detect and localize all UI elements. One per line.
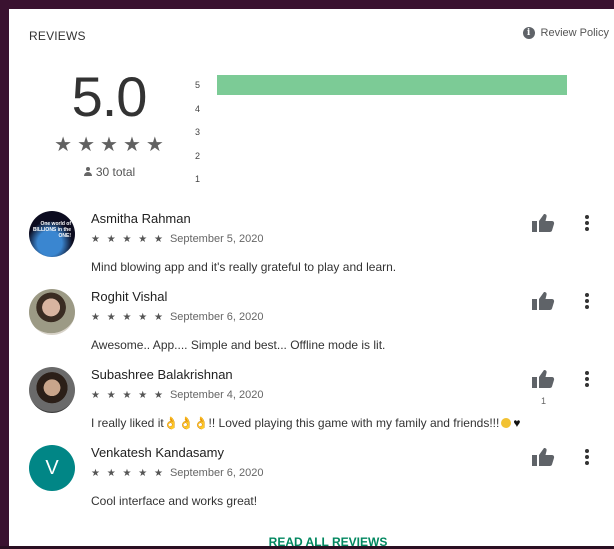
rating-summary: 5.0 ★ ★ ★ ★ ★ 30 total bbox=[49, 65, 169, 180]
reviewer-name: Roghit Vishal bbox=[91, 289, 168, 304]
review-stars: ★ ★ ★ ★ ★ bbox=[91, 389, 165, 401]
review-text: Awesome.. App.... Simple and best... Off… bbox=[91, 338, 386, 352]
avatar: One world of BILLIONS in the ONE! bbox=[29, 211, 75, 257]
review-text: Mind blowing app and it's really gratefu… bbox=[91, 260, 396, 274]
review-meta: ★ ★ ★ ★ ★ September 4, 2020 bbox=[91, 389, 264, 401]
histogram-track bbox=[217, 169, 567, 189]
reviewer-name: Subashree Balakrishnan bbox=[91, 367, 233, 382]
total-ratings: 30 total bbox=[49, 165, 169, 179]
review-date: September 5, 2020 bbox=[169, 233, 264, 245]
review-item: One world of BILLIONS in the ONE! Asmith… bbox=[29, 211, 614, 289]
star-icon: ★ bbox=[122, 134, 141, 156]
histogram-row-5: 5 bbox=[195, 75, 575, 99]
read-all-reviews-button[interactable]: READ ALL REVIEWS bbox=[9, 535, 614, 549]
thumbs-up-icon[interactable] bbox=[531, 447, 555, 467]
histogram-label: 2 bbox=[195, 150, 201, 161]
more-options-icon[interactable] bbox=[583, 291, 591, 311]
review-stars: ★ ★ ★ ★ ★ bbox=[91, 467, 165, 479]
review-text: Cool interface and works great! bbox=[91, 494, 258, 508]
histogram-track bbox=[217, 146, 567, 166]
more-options-icon[interactable] bbox=[583, 369, 591, 389]
rating-histogram: 5 4 3 2 1 bbox=[195, 75, 575, 193]
summary-stars: ★ ★ ★ ★ ★ bbox=[49, 135, 169, 155]
histogram-bar bbox=[217, 75, 567, 95]
histogram-row-3: 3 bbox=[195, 122, 575, 146]
total-ratings-label: 30 total bbox=[95, 165, 136, 179]
smile-emoji-icon bbox=[501, 418, 512, 428]
reviews-card: REVIEWS i Review Policy 5.0 ★ ★ ★ ★ ★ 30… bbox=[9, 9, 614, 549]
review-date: September 6, 2020 bbox=[169, 467, 264, 479]
star-icon: ★ bbox=[77, 134, 96, 156]
heart-emoji-icon: ♥ bbox=[513, 416, 521, 430]
histogram-label: 1 bbox=[195, 174, 201, 184]
review-date: September 4, 2020 bbox=[169, 389, 264, 401]
histogram-track bbox=[217, 99, 567, 119]
histogram-row-1: 1 bbox=[195, 169, 575, 193]
histogram-label: 4 bbox=[195, 103, 201, 114]
star-icon: ★ bbox=[145, 134, 164, 156]
star-icon: ★ bbox=[100, 134, 118, 156]
person-icon bbox=[83, 167, 93, 177]
thumbs-up-icon[interactable] bbox=[531, 291, 555, 311]
review-item: Subashree Balakrishnan ★ ★ ★ ★ ★ Septemb… bbox=[29, 367, 614, 445]
review-policy-label: Review Policy bbox=[540, 27, 609, 39]
thumbs-up-icon[interactable] bbox=[531, 213, 555, 233]
like-count: 1 bbox=[541, 396, 547, 406]
avatar: V bbox=[29, 445, 75, 491]
histogram-track bbox=[217, 122, 567, 142]
more-options-icon[interactable] bbox=[583, 213, 591, 233]
reviewer-name: Asmitha Rahman bbox=[91, 211, 191, 226]
review-item: V Venkatesh Kandasamy ★ ★ ★ ★ ★ Septembe… bbox=[29, 445, 614, 523]
review-date: September 6, 2020 bbox=[169, 311, 264, 323]
review-text-content: Mind blowing app and it's really gratefu… bbox=[91, 260, 397, 274]
reviews-title: REVIEWS bbox=[29, 29, 86, 43]
review-meta: ★ ★ ★ ★ ★ September 6, 2020 bbox=[91, 311, 264, 323]
histogram-label: 5 bbox=[195, 80, 201, 90]
review-policy-link[interactable]: i Review Policy bbox=[522, 27, 609, 39]
review-text-content: I really liked it👌👌👌!! Loved playing thi… bbox=[91, 416, 500, 430]
review-item: Roghit Vishal ★ ★ ★ ★ ★ September 6, 202… bbox=[29, 289, 614, 367]
histogram-track bbox=[217, 75, 567, 95]
thumbs-up-icon[interactable] bbox=[531, 369, 555, 389]
avatar bbox=[29, 367, 75, 413]
histogram-row-4: 4 bbox=[195, 99, 575, 123]
avatar bbox=[29, 289, 75, 335]
review-stars: ★ ★ ★ ★ ★ bbox=[91, 233, 165, 245]
average-rating: 5.0 bbox=[71, 65, 148, 128]
review-stars: ★ ★ ★ ★ ★ bbox=[91, 311, 165, 323]
reviewer-name: Venkatesh Kandasamy bbox=[91, 445, 224, 460]
histogram-label: 3 bbox=[195, 127, 201, 137]
review-text: I really liked it👌👌👌!! Loved playing thi… bbox=[91, 416, 520, 430]
histogram-row-2: 2 bbox=[195, 146, 575, 170]
info-icon: i bbox=[522, 27, 535, 39]
review-meta: ★ ★ ★ ★ ★ September 5, 2020 bbox=[91, 233, 264, 245]
review-meta: ★ ★ ★ ★ ★ September 6, 2020 bbox=[91, 467, 264, 479]
star-icon: ★ bbox=[54, 134, 73, 156]
avatar-caption: One world of BILLIONS in the ONE! bbox=[32, 221, 71, 239]
more-options-icon[interactable] bbox=[583, 447, 591, 467]
